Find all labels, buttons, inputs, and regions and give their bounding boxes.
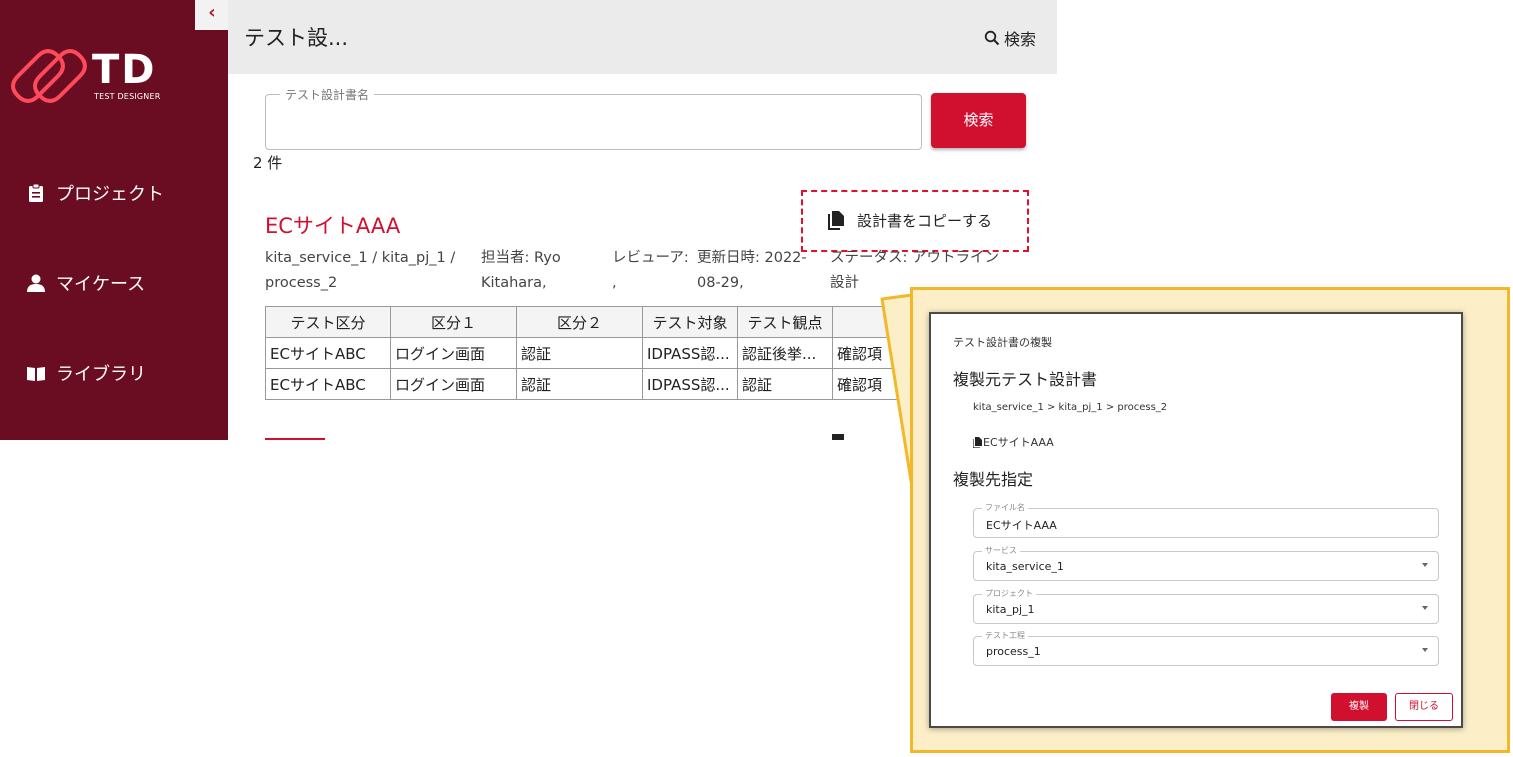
copy-design-doc-button[interactable]: 設計書をコピーする <box>828 210 992 231</box>
result-count: 2 件 <box>253 154 283 172</box>
table-cell: ECサイトABC <box>265 368 391 400</box>
source-heading: 複製元テスト設計書 <box>953 370 1098 389</box>
doc-path: kita_service_1 / kita_pj_1 / process_2 <box>265 250 456 291</box>
caret-down-icon <box>1422 648 1428 652</box>
project-select-value: kita_pj_1 <box>986 603 1035 616</box>
table-header-row: テスト区分 区分１ 区分２ テスト対象 テスト観点 確 <box>265 306 958 338</box>
project-select-label: プロジェクト <box>982 588 1036 599</box>
doc-owner: 担当者: Ryo Kitahara, <box>481 250 561 291</box>
header-search-label: 検索 <box>1004 30 1037 49</box>
source-document: ECサイトAAA <box>973 434 1054 450</box>
search-icon <box>984 30 1000 46</box>
sidebar: TD TEST DESIGNER プロジェクト マイケース ライブラリ <box>0 0 228 440</box>
column-header: テスト区分 <box>265 306 391 338</box>
source-path: kita_service_1 > kita_pj_1 > process_2 <box>973 402 1168 413</box>
logo-subtitle: TEST DESIGNER <box>94 92 161 101</box>
process-select[interactable]: テスト工程 process_1 <box>973 630 1439 666</box>
process-select-value: process_1 <box>986 645 1041 658</box>
column-header: 区分１ <box>390 306 517 338</box>
destination-heading: 複製先指定 <box>953 470 1034 489</box>
table-cell: IDPASS認... <box>642 368 738 400</box>
service-select-value: kita_service_1 <box>986 560 1064 573</box>
search-field-label: テスト設計書名 <box>280 86 375 103</box>
header-search-button[interactable]: 検索 <box>984 26 1036 50</box>
column-header: 区分２ <box>516 306 643 338</box>
copy-label: 設計書をコピーする <box>857 212 993 230</box>
table-row: ECサイトABC ログイン画面 認証 IDPASS認... 認証後挙... 確認… <box>265 337 958 369</box>
close-button[interactable]: 閉じる <box>1395 693 1453 721</box>
copy-icon <box>828 211 844 230</box>
design-doc-title-link[interactable]: ECサイトAAA <box>265 210 400 240</box>
filename-field-label: ファイル名 <box>982 502 1028 513</box>
second-item-title-cropped <box>265 432 345 440</box>
caret-down-icon <box>1422 563 1428 567</box>
document-icon <box>973 436 982 448</box>
logo-mark-icon <box>11 49 87 103</box>
header: テスト設... 検索 <box>228 0 1057 74</box>
copy-icon <box>832 434 844 440</box>
sidebar-item-mycase[interactable]: マイケース <box>26 270 145 296</box>
table-cell: ECサイトABC <box>265 337 391 369</box>
table-cell: 認証 <box>516 337 643 369</box>
design-name-search-input[interactable]: テスト設計書名 <box>265 86 922 150</box>
duplicate-button[interactable]: 複製 <box>1331 693 1387 721</box>
filename-field[interactable]: ファイル名 ECサイトAAA <box>973 502 1439 538</box>
filename-field-value: ECサイトAAA <box>986 519 1057 532</box>
caret-down-icon <box>1422 606 1428 610</box>
sidebar-item-library[interactable]: ライブラリ <box>26 360 146 386</box>
table-cell: 認証 <box>516 368 643 400</box>
person-icon <box>27 274 45 292</box>
table-cell: ログイン画面 <box>390 368 517 400</box>
chevron-left-icon: ‹ <box>208 2 216 23</box>
table-cell: IDPASS認... <box>642 337 738 369</box>
service-select-label: サービス <box>982 545 1020 556</box>
doc-reviewer: レビューア: , <box>612 250 689 291</box>
service-select[interactable]: サービス kita_service_1 <box>973 545 1439 581</box>
sidebar-item-label: マイケース <box>56 274 146 295</box>
sidebar-item-project[interactable]: プロジェクト <box>26 180 164 206</box>
table-cell: 認証 <box>737 368 833 400</box>
book-icon <box>27 367 45 381</box>
test-case-table: テスト区分 区分１ 区分２ テスト対象 テスト観点 確 ECサイトABC ログイ… <box>265 306 958 400</box>
logo-text: TD <box>92 47 157 93</box>
copy-dialog: テスト設計書の複製 複製元テスト設計書 kita_service_1 > kit… <box>929 312 1463 728</box>
dialog-title: テスト設計書の複製 <box>953 336 1052 349</box>
table-cell: ログイン画面 <box>390 337 517 369</box>
page-title: テスト設... <box>244 26 349 50</box>
sidebar-item-label: プロジェクト <box>56 184 164 205</box>
table-cell: 認証後挙... <box>737 337 833 369</box>
project-select[interactable]: プロジェクト kita_pj_1 <box>973 588 1439 624</box>
doc-updated: 更新日時: 2022-08-29, <box>697 250 807 291</box>
clipboard-icon <box>29 183 43 202</box>
column-header: テスト観点 <box>737 306 833 338</box>
sidebar-collapse-button[interactable]: ‹ <box>195 0 229 30</box>
source-document-name: ECサイトAAA <box>983 436 1054 449</box>
column-header: テスト対象 <box>642 306 738 338</box>
sidebar-item-label: ライブラリ <box>56 364 146 385</box>
table-row: ECサイトABC ログイン画面 認証 IDPASS認... 認証 確認項 <box>265 368 958 400</box>
process-select-label: テスト工程 <box>982 630 1028 641</box>
search-button[interactable]: 検索 <box>931 93 1026 148</box>
